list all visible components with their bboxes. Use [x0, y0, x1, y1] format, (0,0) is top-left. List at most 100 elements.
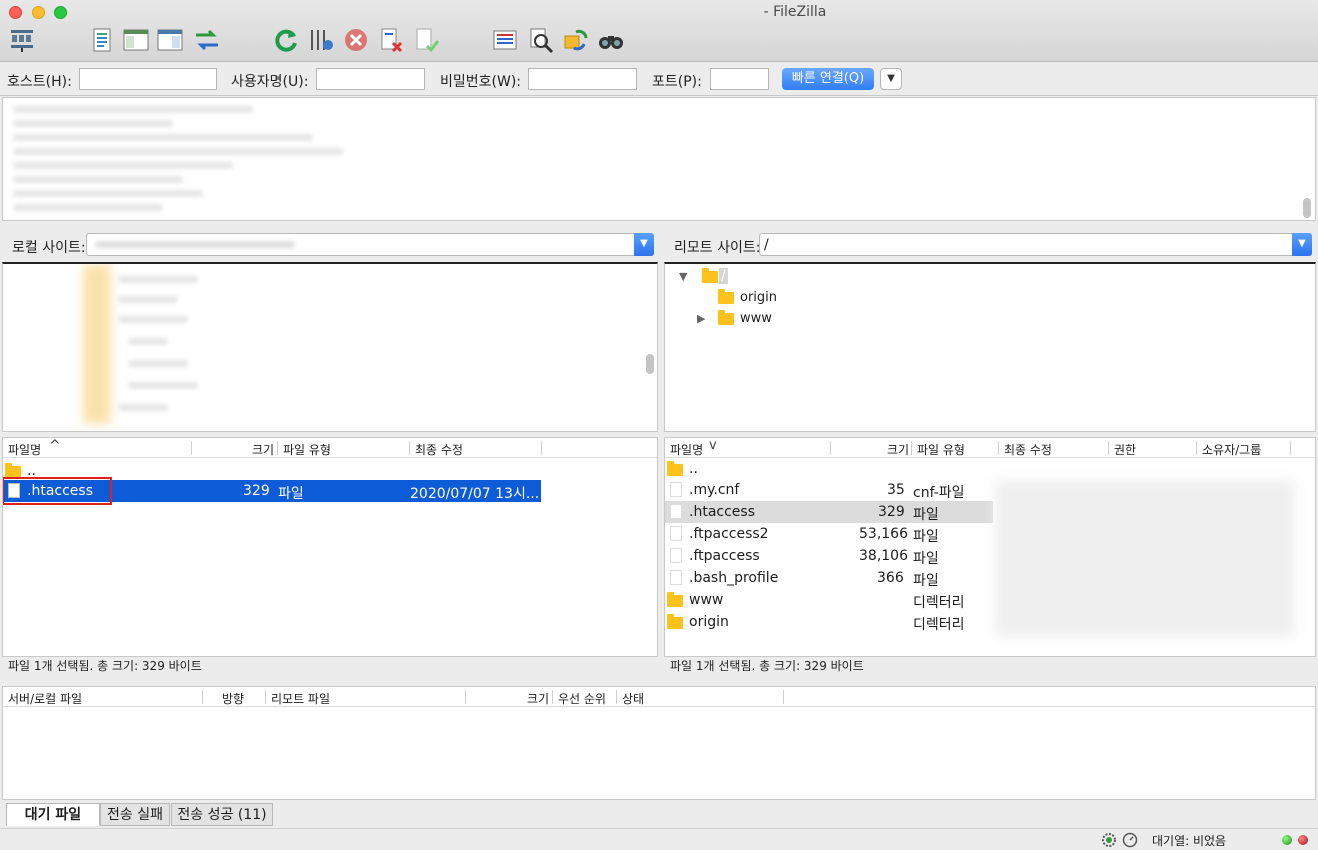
local-directory-tree[interactable] — [2, 262, 658, 432]
column-size[interactable]: 크기 — [252, 441, 274, 458]
column-type[interactable]: 파일 유형 — [917, 441, 965, 458]
file-size: 329 — [243, 483, 270, 499]
host-input[interactable] — [79, 68, 217, 90]
title-bar: - FileZilla — [0, 0, 1318, 62]
file-icon — [670, 548, 682, 567]
file-name: .. — [689, 461, 698, 477]
filelist-filter-icon[interactable] — [491, 26, 519, 54]
column-priority[interactable]: 우선 순위 — [558, 690, 606, 707]
highlight-box — [3, 477, 112, 505]
remote-site-label: 리모트 사이트: — [674, 240, 761, 256]
file-type: 디렉터리 — [913, 595, 965, 611]
send-indicator-icon — [1282, 835, 1292, 845]
password-label: 비밀번호(W): — [440, 74, 522, 90]
local-tree-icon[interactable] — [122, 26, 150, 54]
tree-expander-icon[interactable]: ▶ — [697, 312, 705, 325]
message-log-icon[interactable] — [88, 26, 116, 54]
column-status[interactable]: 상태 — [622, 690, 644, 707]
username-input[interactable] — [316, 68, 425, 90]
tab-failed-transfers[interactable]: 전송 실패 — [100, 803, 170, 826]
file-type: 파일 — [913, 551, 939, 567]
folder-icon — [718, 289, 734, 308]
transfer-queue-icon[interactable] — [193, 26, 221, 54]
file-type: 파일 — [913, 507, 939, 523]
transfer-queue[interactable]: 서버/로컬 파일 방향 리모트 파일 크기 우선 순위 상태 — [2, 686, 1316, 800]
file-name: .my.cnf — [689, 482, 740, 498]
column-permissions[interactable]: 권한 — [1114, 441, 1136, 458]
file-icon — [670, 526, 682, 545]
folder-icon — [667, 461, 683, 480]
column-filename[interactable]: 파일명 — [670, 441, 703, 458]
local-site-label: 로컬 사이트: — [12, 240, 86, 256]
file-modified: 2020/07/07 13시... — [410, 486, 540, 502]
sync-browse-icon[interactable] — [562, 26, 590, 54]
port-label: 포트(P): — [652, 74, 702, 90]
file-name: .ftpaccess2 — [689, 526, 769, 542]
queue-status-text: 대기열: 비었음 — [1152, 834, 1227, 848]
cancel-icon[interactable] — [342, 26, 370, 54]
compare-icon[interactable] — [527, 26, 555, 54]
search-icon[interactable] — [597, 26, 625, 54]
port-input[interactable] — [710, 68, 769, 90]
local-column-header: 파일명 ^ 크기 파일 유형 최종 수정 — [3, 438, 657, 458]
username-label: 사용자명(U): — [231, 74, 309, 90]
column-filename[interactable]: 파일명 — [8, 441, 41, 458]
column-server-local-file[interactable]: 서버/로컬 파일 — [8, 690, 82, 707]
quickconnect-history-dropdown[interactable]: ▼ — [880, 68, 902, 90]
tree-expander-icon[interactable]: ▼ — [679, 270, 687, 283]
column-direction[interactable]: 방향 — [222, 690, 244, 707]
file-icon — [670, 482, 682, 501]
remote-directory-tree[interactable]: ▼ / origin ▶ www — [664, 262, 1316, 432]
tree-node-label: origin — [740, 290, 778, 305]
remote-tree-icon[interactable] — [156, 26, 184, 54]
remote-site-bar: 리모트 사이트: / ▼ — [664, 228, 1316, 262]
column-type[interactable]: 파일 유형 — [283, 441, 331, 458]
message-log[interactable] — [2, 97, 1316, 221]
site-manager-icon[interactable] — [8, 26, 36, 54]
tree-node-www[interactable]: ▶ www — [665, 308, 1315, 330]
server-settings-icon[interactable] — [1101, 832, 1117, 848]
file-type: 디렉터리 — [913, 617, 965, 633]
tree-node-label: / — [719, 268, 728, 284]
chevron-down-icon[interactable]: ▼ — [1292, 233, 1312, 256]
file-size: 329 — [878, 504, 905, 520]
quickconnect-button[interactable]: 빠른 연결(Q) — [782, 68, 874, 90]
file-name: .bash_profile — [689, 570, 779, 586]
column-size[interactable]: 크기 — [527, 690, 549, 707]
process-queue-icon[interactable] — [307, 26, 335, 54]
remote-status: 파일 1개 선택됨. 총 크기: 329 바이트 — [670, 659, 864, 673]
file-name: .htaccess — [689, 504, 755, 520]
remote-path-value: / — [764, 237, 769, 253]
column-owner-group[interactable]: 소유자/그룹 — [1202, 441, 1261, 458]
tab-successful-transfers[interactable]: 전송 성공 (11) — [171, 803, 273, 826]
remote-file-list[interactable]: 파일명 v 크기 파일 유형 최종 수정 권한 소유자/그룹 .. .my.cn… — [664, 437, 1316, 657]
local-site-bar: 로컬 사이트: ▼ — [2, 228, 657, 262]
column-modified[interactable]: 최종 수정 — [415, 441, 463, 458]
status-bar: 대기열: 비었음 — [0, 828, 1318, 850]
file-name: www — [689, 592, 724, 608]
remote-path-combo[interactable]: / ▼ — [759, 233, 1312, 256]
refresh-icon[interactable] — [272, 26, 300, 54]
file-size: 53,166 — [859, 526, 908, 542]
tab-queued-files[interactable]: 대기 파일 — [6, 803, 100, 826]
tree-node-label: www — [740, 311, 772, 326]
chevron-down-icon[interactable]: ▼ — [634, 233, 654, 256]
column-remote-file[interactable]: 리모트 파일 — [271, 690, 330, 707]
tree-node-origin[interactable]: origin — [665, 287, 1315, 309]
file-icon — [670, 504, 682, 523]
local-path-combo[interactable]: ▼ — [86, 233, 654, 256]
file-size: 366 — [877, 570, 904, 586]
local-file-list[interactable]: 파일명 ^ 크기 파일 유형 최종 수정 .. .htaccess 329 파일… — [2, 437, 658, 657]
file-row-selected[interactable]: .htaccess 329 파일 — [665, 501, 993, 523]
password-input[interactable] — [528, 68, 637, 90]
disconnect-icon[interactable] — [377, 26, 405, 54]
local-tree-scrollbar[interactable] — [646, 354, 654, 374]
column-modified[interactable]: 최종 수정 — [1004, 441, 1052, 458]
log-scrollbar[interactable] — [1303, 198, 1311, 218]
speed-limit-icon[interactable] — [1122, 832, 1138, 848]
receive-indicator-icon — [1298, 835, 1308, 845]
column-size[interactable]: 크기 — [887, 441, 909, 458]
reconnect-icon[interactable] — [412, 26, 440, 54]
tree-node-root[interactable]: ▼ / — [665, 266, 1315, 288]
file-row[interactable]: .. — [665, 458, 1315, 480]
